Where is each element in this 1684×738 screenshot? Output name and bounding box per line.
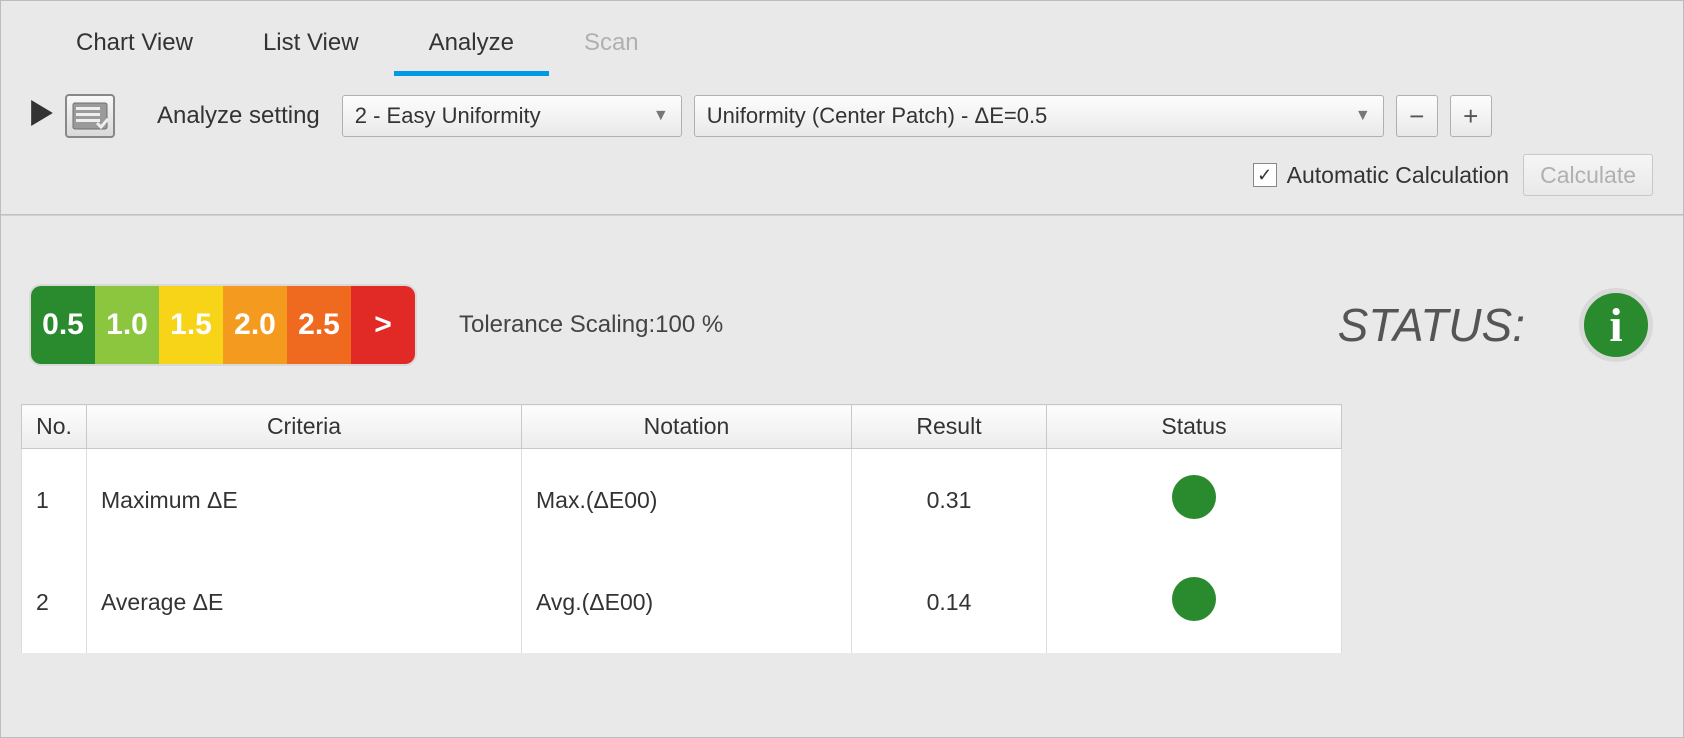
- cell-status: [1047, 449, 1342, 552]
- auto-calc-label: Automatic Calculation: [1287, 162, 1509, 189]
- info-glyph-icon: i: [1609, 298, 1622, 353]
- analyze-method-value: Uniformity (Center Patch) - ΔE=0.5: [707, 103, 1048, 129]
- tolerance-segment: 1.0: [95, 286, 159, 364]
- col-no[interactable]: No.: [22, 405, 87, 449]
- status-dot-icon: [1172, 475, 1216, 519]
- tab-chart-view[interactable]: Chart View: [41, 19, 228, 76]
- tolerance-segment: 2.5: [287, 286, 351, 364]
- calculation-row: ✓ Automatic Calculation Calculate: [1, 146, 1683, 214]
- analyze-method-select[interactable]: Uniformity (Center Patch) - ΔE=0.5 ▼: [694, 95, 1384, 137]
- tolerance-scale-bar: 0.51.01.52.02.5>: [31, 286, 415, 364]
- tab-list-view[interactable]: List View: [228, 19, 394, 76]
- cell-criteria: Average ΔE: [87, 551, 522, 653]
- tolerance-segment: 2.0: [223, 286, 287, 364]
- results-table: No. Criteria Notation Result Status 1Max…: [21, 404, 1342, 653]
- cell-status: [1047, 551, 1342, 653]
- status-info-icon[interactable]: i: [1579, 288, 1653, 362]
- cell-result: 0.31: [852, 449, 1047, 552]
- status-area: 0.51.01.52.02.5> Tolerance Scaling:100 %…: [1, 216, 1683, 404]
- cell-no: 1: [22, 449, 87, 552]
- cell-no: 2: [22, 551, 87, 653]
- tolerance-segment: 1.5: [159, 286, 223, 364]
- status-dot-icon: [1172, 577, 1216, 621]
- tolerance-segment: >: [351, 286, 415, 364]
- chevron-down-icon: ▼: [653, 107, 669, 125]
- cell-notation: Max.(ΔE00): [522, 449, 852, 552]
- col-status[interactable]: Status: [1047, 405, 1342, 449]
- cell-result: 0.14: [852, 551, 1047, 653]
- col-criteria[interactable]: Criteria: [87, 405, 522, 449]
- add-button[interactable]: +: [1450, 95, 1492, 137]
- tab-bar: Chart View List View Analyze Scan: [1, 1, 1683, 76]
- analyze-toolbar: Analyze setting 2 - Easy Uniformity ▼ Un…: [1, 76, 1683, 146]
- analyze-setting-select[interactable]: 2 - Easy Uniformity ▼: [342, 95, 682, 137]
- expand-icon[interactable]: [31, 100, 53, 133]
- table-row[interactable]: 2Average ΔEAvg.(ΔE00)0.14: [22, 551, 1342, 653]
- tab-analyze[interactable]: Analyze: [394, 19, 549, 76]
- tab-scan: Scan: [549, 19, 674, 76]
- calculate-button[interactable]: Calculate: [1523, 154, 1653, 196]
- tolerance-scaling-label: Tolerance Scaling:100 %: [459, 311, 723, 339]
- auto-calc-checkbox[interactable]: ✓ Automatic Calculation: [1253, 162, 1509, 189]
- cell-notation: Avg.(ΔE00): [522, 551, 852, 653]
- table-row[interactable]: 1Maximum ΔEMax.(ΔE00)0.31: [22, 449, 1342, 552]
- chevron-down-icon: ▼: [1355, 107, 1371, 125]
- status-heading: STATUS:: [1338, 298, 1525, 352]
- settings-grid-icon[interactable]: [65, 94, 115, 138]
- table-header-row: No. Criteria Notation Result Status: [22, 405, 1342, 449]
- checkbox-icon: ✓: [1253, 163, 1277, 187]
- remove-button[interactable]: −: [1396, 95, 1438, 137]
- analyze-setting-value: 2 - Easy Uniformity: [355, 103, 541, 129]
- cell-criteria: Maximum ΔE: [87, 449, 522, 552]
- results-table-wrap: No. Criteria Notation Result Status 1Max…: [1, 404, 1683, 653]
- analyze-setting-label: Analyze setting: [157, 102, 320, 130]
- tolerance-segment: 0.5: [31, 286, 95, 364]
- col-result[interactable]: Result: [852, 405, 1047, 449]
- col-notation[interactable]: Notation: [522, 405, 852, 449]
